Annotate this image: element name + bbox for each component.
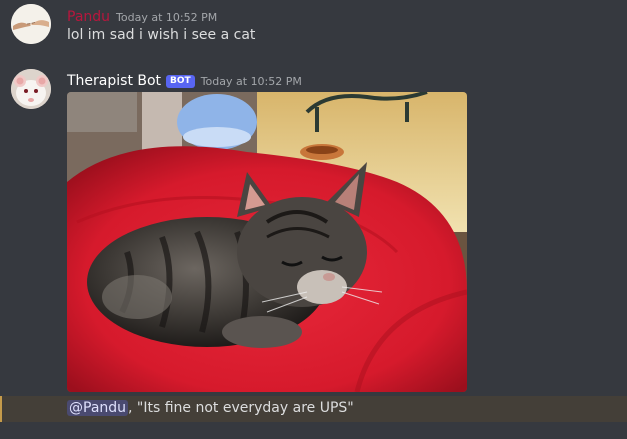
avatar[interactable] (11, 4, 51, 44)
bot-badge: BOT (166, 75, 195, 88)
author-name[interactable]: Pandu (67, 9, 110, 25)
timestamp: Today at 10:52 PM (116, 11, 218, 24)
user-mention[interactable]: @Pandu (67, 400, 129, 416)
reply-message: , "Its fine not everyday are UPS" (128, 400, 354, 416)
reply-text: @Pandu, "Its fine not everyday are UPS" (67, 400, 354, 416)
white-rat-icon (11, 69, 51, 109)
message-text: lol im sad i wish i see a cat (67, 27, 256, 43)
chat-messages: Pandu Today at 10:52 PM lol im sad i wish… (0, 0, 627, 439)
avatar[interactable] (11, 69, 51, 109)
kitten-photo (67, 92, 467, 392)
mention-highlight-row: @Pandu, "Its fine not everyday are UPS" (0, 396, 627, 422)
timestamp: Today at 10:52 PM (200, 75, 302, 88)
creation-of-adam-hands-icon (11, 4, 51, 44)
image-attachment[interactable] (67, 92, 467, 392)
author-name[interactable]: Therapist Bot (67, 73, 161, 89)
